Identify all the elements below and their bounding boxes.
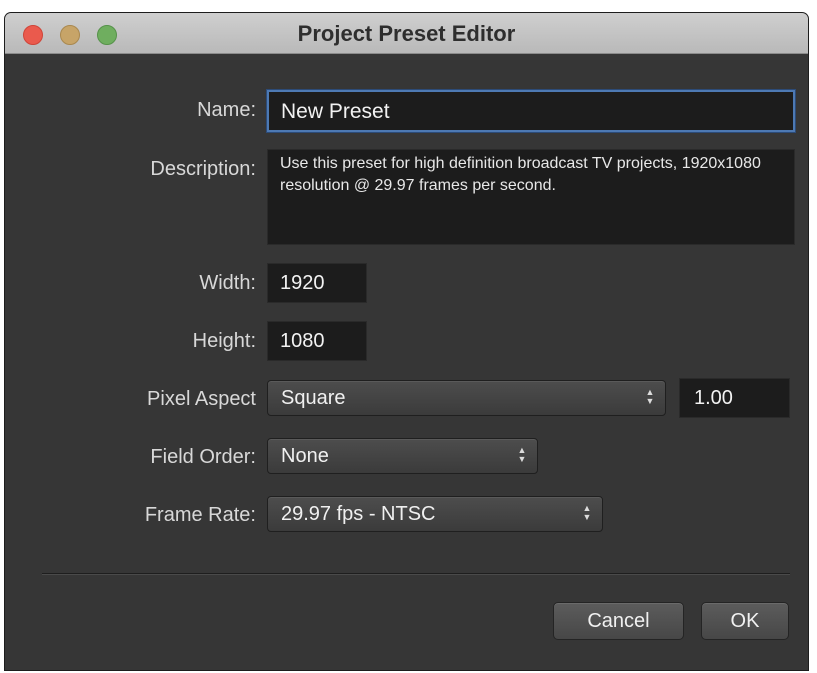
pixel-aspect-selected-value: Square <box>281 387 346 409</box>
up-down-chevron-icon: ▲ ▼ <box>517 445 527 464</box>
pixel-aspect-select[interactable]: Square ▲ ▼ <box>267 380 666 416</box>
field-order-select[interactable]: None ▲ ▼ <box>267 438 538 474</box>
width-field[interactable]: 1920 <box>267 263 367 303</box>
cancel-button[interactable]: Cancel <box>553 602 684 640</box>
ok-button[interactable]: OK <box>701 602 789 640</box>
name-field[interactable]: New Preset <box>267 90 795 132</box>
up-down-chevron-icon: ▲ ▼ <box>582 503 592 522</box>
window-title: Project Preset Editor <box>297 21 516 46</box>
up-down-chevron-icon: ▲ ▼ <box>645 387 655 406</box>
name-label: Name: <box>197 99 256 121</box>
description-label: Description: <box>150 158 256 180</box>
field-order-label: Field Order: <box>150 446 256 468</box>
description-field[interactable]: Use this preset for high definition broa… <box>267 149 795 245</box>
height-field[interactable]: 1080 <box>267 321 367 361</box>
pixel-aspect-value-field[interactable]: 1.00 <box>679 378 790 418</box>
frame-rate-label: Frame Rate: <box>144 504 256 526</box>
pixel-aspect-label: Pixel Aspect <box>147 388 256 410</box>
frame-rate-select[interactable]: 29.97 fps - NTSC ▲ ▼ <box>267 496 603 532</box>
preset-editor-window: Project Preset Editor Name: New Preset D… <box>5 13 808 670</box>
footer-divider <box>42 573 790 575</box>
height-label: Height: <box>192 330 256 352</box>
width-label: Width: <box>199 272 256 294</box>
frame-rate-selected-value: 29.97 fps - NTSC <box>281 503 436 525</box>
title-bar[interactable]: Project Preset Editor <box>5 13 808 54</box>
field-order-selected-value: None <box>281 445 329 467</box>
